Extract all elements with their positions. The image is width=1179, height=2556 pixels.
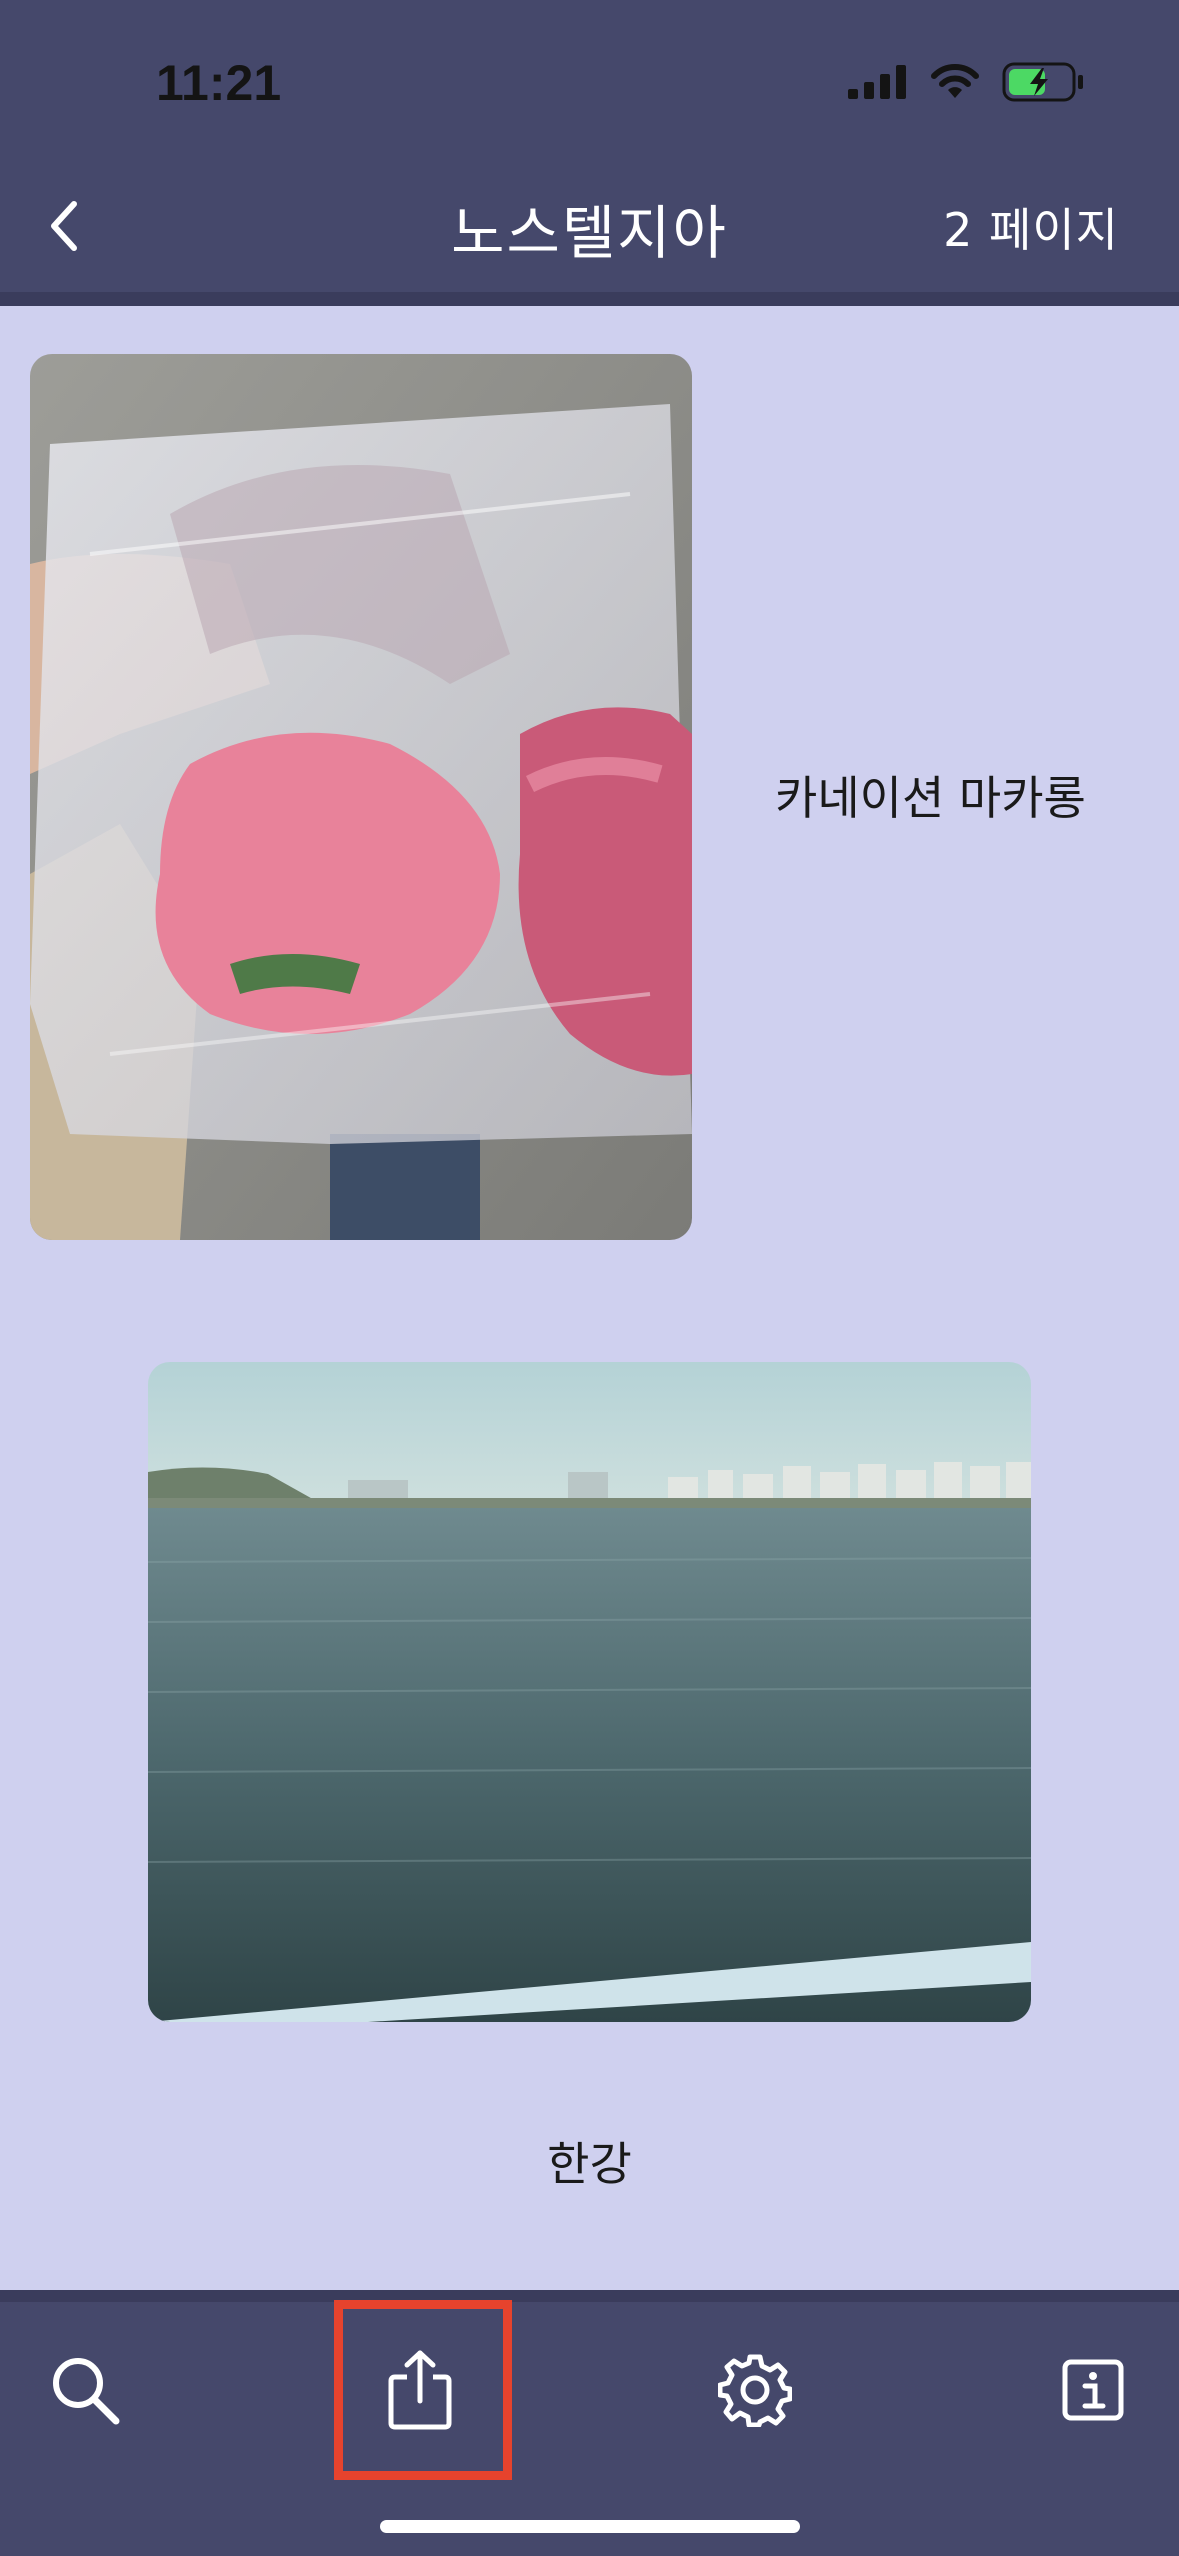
gear-icon (718, 2354, 792, 2427)
river-photo-image (148, 1362, 1031, 2022)
bottom-tab-bar (0, 2290, 1179, 2556)
status-time: 11:21 (156, 55, 282, 111)
settings-button[interactable] (710, 2345, 800, 2435)
home-indicator[interactable] (380, 2520, 800, 2533)
photo-macarons[interactable] (30, 354, 692, 1240)
status-icons (848, 62, 1084, 102)
share-button-highlight (334, 2300, 512, 2480)
search-button[interactable] (40, 2345, 130, 2435)
header-divider (0, 292, 1179, 306)
info-button[interactable] (1048, 2345, 1138, 2435)
cellular-signal-icon (848, 65, 906, 99)
tab-bar-divider (0, 2290, 1179, 2302)
battery-charging-icon (1002, 62, 1083, 102)
wifi-icon (931, 64, 979, 98)
search-icon (53, 2358, 120, 2425)
page-number-label: 2 페이지 (943, 203, 1119, 257)
photo-han-river[interactable] (148, 1362, 1031, 2022)
photo-caption: 한강 (547, 2137, 632, 2191)
photo-caption: 카네이션 마카롱 (775, 771, 1086, 825)
macaron-photo-image (30, 354, 692, 1240)
info-icon (1062, 2359, 1124, 2421)
